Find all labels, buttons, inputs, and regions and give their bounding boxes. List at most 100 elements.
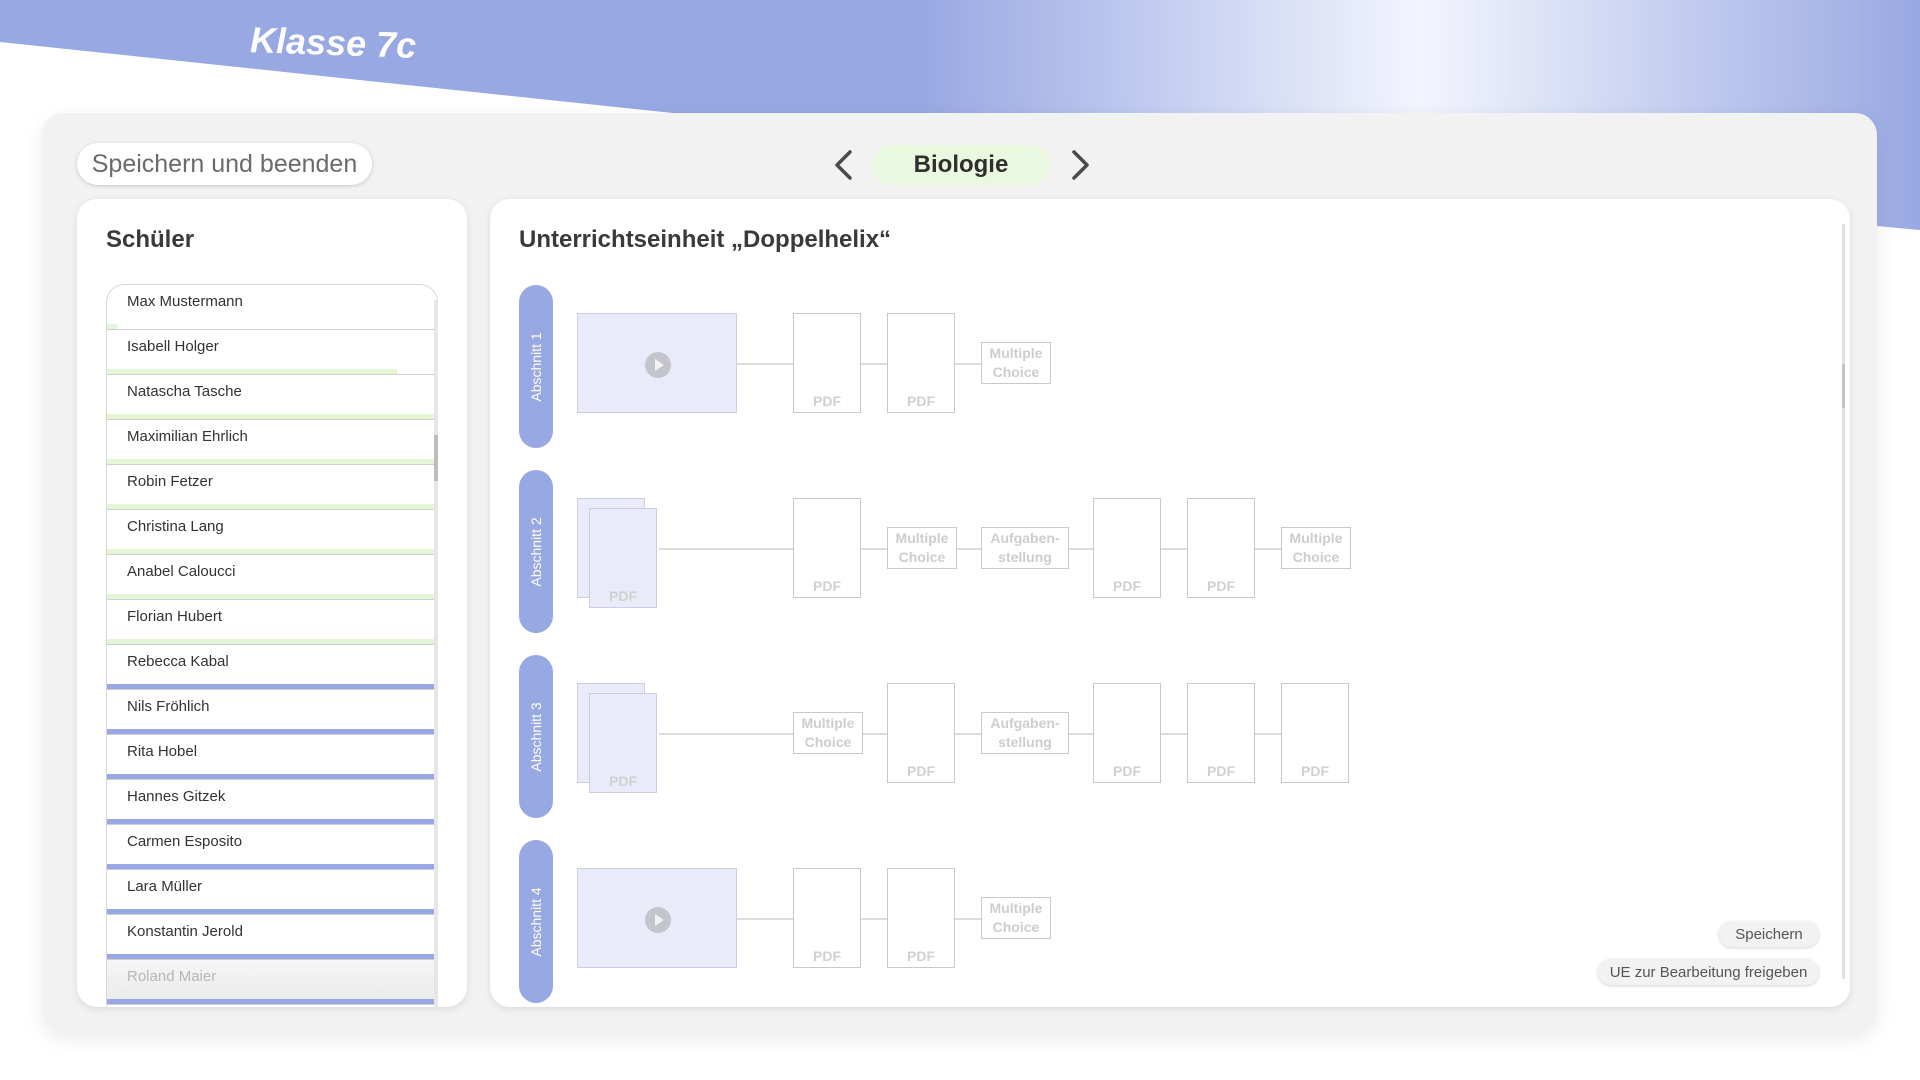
student-progress-bar (107, 729, 437, 734)
section-label-3: Abschnitt 3 (519, 655, 553, 818)
pdf-tile[interactable]: PDF (793, 868, 861, 968)
unit-scrollbar[interactable] (1842, 224, 1845, 979)
section-label-4: Abschnitt 4 (519, 840, 553, 1003)
students-list[interactable]: Max Mustermann Isabell Holger Natascha Tas… (106, 284, 438, 1007)
exercise-tile[interactable]: Multiple Choice (981, 897, 1051, 939)
next-subject-button[interactable] (1064, 146, 1098, 184)
student-name: Florian Hubert (127, 608, 223, 625)
chevron-right-icon (1072, 150, 1089, 180)
connector-line (863, 733, 887, 735)
connector-line (861, 363, 887, 365)
student-progress-bar (107, 819, 437, 824)
student-row[interactable]: Lara Müller (107, 870, 437, 915)
student-progress-bar (107, 774, 437, 779)
pdf-tile[interactable]: PDF (1093, 498, 1161, 598)
pdf-tile[interactable]: PDF (1093, 683, 1161, 783)
pdf-stack-tile[interactable]: PDF (577, 683, 659, 795)
exercise-tile[interactable]: Aufgaben- stellung (981, 527, 1069, 569)
student-name: Isabell Holger (127, 338, 219, 355)
student-row[interactable]: Nils Fröhlich (107, 690, 437, 735)
pdf-tile[interactable]: PDF (793, 498, 861, 598)
pdf-tile[interactable]: PDF (887, 868, 955, 968)
pdf-label: PDF (1113, 763, 1141, 779)
connector-line (955, 363, 981, 365)
video-tile[interactable] (577, 313, 737, 413)
connector-line (955, 918, 981, 920)
student-row[interactable]: Natascha Tasche (107, 375, 437, 420)
student-row[interactable]: Rebecca Kabal (107, 645, 437, 690)
pdf-tile[interactable]: PDF (1281, 683, 1349, 783)
student-name: Hannes Gitzek (127, 788, 226, 805)
save-and-exit-button[interactable]: Speichern und beenden (77, 143, 372, 185)
pdf-label: PDF (609, 588, 637, 604)
connector-line (861, 918, 887, 920)
connector-line (957, 548, 981, 550)
student-progress-bar (107, 999, 437, 1004)
exercise-tile[interactable]: Multiple Choice (793, 712, 863, 754)
students-scrollbar-thumb[interactable] (434, 435, 438, 481)
student-row[interactable]: Roland Maier (107, 960, 437, 1005)
student-row[interactable]: Christina Lang (107, 510, 437, 555)
connector-line (737, 918, 793, 920)
pdf-label: PDF (1113, 578, 1141, 594)
student-row[interactable]: Maximilian Ehrlich (107, 420, 437, 465)
prev-subject-button[interactable] (826, 146, 860, 184)
section-label-text: Abschnitt 1 (528, 331, 544, 402)
student-progress-bar (107, 369, 398, 374)
video-tile[interactable] (577, 868, 737, 968)
pdf-tile[interactable]: PDF (887, 683, 955, 783)
student-progress-bar (107, 909, 437, 914)
student-row[interactable]: Florian Hubert (107, 600, 437, 645)
pdf-tile[interactable]: PDF (1187, 683, 1255, 783)
pdf-label: PDF (813, 393, 841, 409)
exercise-tile[interactable]: Aufgaben- stellung (981, 712, 1069, 754)
unit-scrollbar-thumb[interactable] (1842, 364, 1845, 408)
connector-line (1069, 733, 1093, 735)
section-label-1: Abschnitt 1 (519, 285, 553, 448)
section-label-text: Abschnitt 2 (528, 516, 544, 587)
student-row[interactable]: Carmen Esposito (107, 825, 437, 870)
students-scrollbar[interactable] (434, 300, 438, 1008)
student-progress-bar (107, 549, 437, 554)
student-progress-bar (107, 324, 117, 329)
student-row[interactable]: Konstantin Jerold (107, 915, 437, 960)
student-name: Robin Fetzer (127, 473, 213, 490)
students-heading: Schüler (106, 226, 195, 253)
subject-selector[interactable]: Biologie (872, 145, 1050, 185)
play-icon[interactable] (645, 352, 671, 378)
student-name: Konstantin Jerold (127, 923, 243, 940)
student-row[interactable]: Rita Hobel (107, 735, 437, 780)
student-row[interactable]: Isabell Holger (107, 330, 437, 375)
student-name: Maximilian Ehrlich (127, 428, 248, 445)
student-row[interactable]: Anabel Caloucci (107, 555, 437, 600)
exercise-tile[interactable]: Multiple Choice (1281, 527, 1351, 569)
student-row[interactable]: Max Mustermann (107, 285, 437, 330)
pdf-label: PDF (813, 578, 841, 594)
exercise-tile[interactable]: Multiple Choice (887, 527, 957, 569)
pdf-stack-tile[interactable]: PDF (577, 498, 659, 610)
exercise-tile[interactable]: Multiple Choice (981, 342, 1051, 384)
play-icon[interactable] (645, 907, 671, 933)
pdf-tile[interactable]: PDF (793, 313, 861, 413)
connector-line (659, 733, 793, 735)
pdf-label: PDF (907, 393, 935, 409)
student-progress-bar (107, 459, 437, 464)
save-button[interactable]: Speichern (1719, 921, 1819, 947)
section-label-text: Abschnitt 4 (528, 886, 544, 957)
connector-line (1161, 733, 1187, 735)
chevron-left-icon (835, 150, 852, 180)
pdf-label: PDF (1207, 763, 1235, 779)
pdf-label: PDF (609, 773, 637, 789)
student-name: Roland Maier (127, 968, 217, 985)
connector-line (1255, 548, 1281, 550)
students-panel: Schüler Max Mustermann Isabell Holger Nata… (77, 199, 467, 1007)
pdf-label: PDF (907, 763, 935, 779)
pdf-stack-front-page: PDF (589, 508, 657, 608)
unit-title: Unterrichtseinheit „Doppelhelix“ (519, 226, 892, 253)
pdf-tile[interactable]: PDF (887, 313, 955, 413)
student-row[interactable]: Hannes Gitzek (107, 780, 437, 825)
connector-line (737, 363, 793, 365)
pdf-tile[interactable]: PDF (1187, 498, 1255, 598)
release-unit-button[interactable]: UE zur Bearbeitung freigeben (1598, 959, 1819, 985)
student-row[interactable]: Robin Fetzer (107, 465, 437, 510)
